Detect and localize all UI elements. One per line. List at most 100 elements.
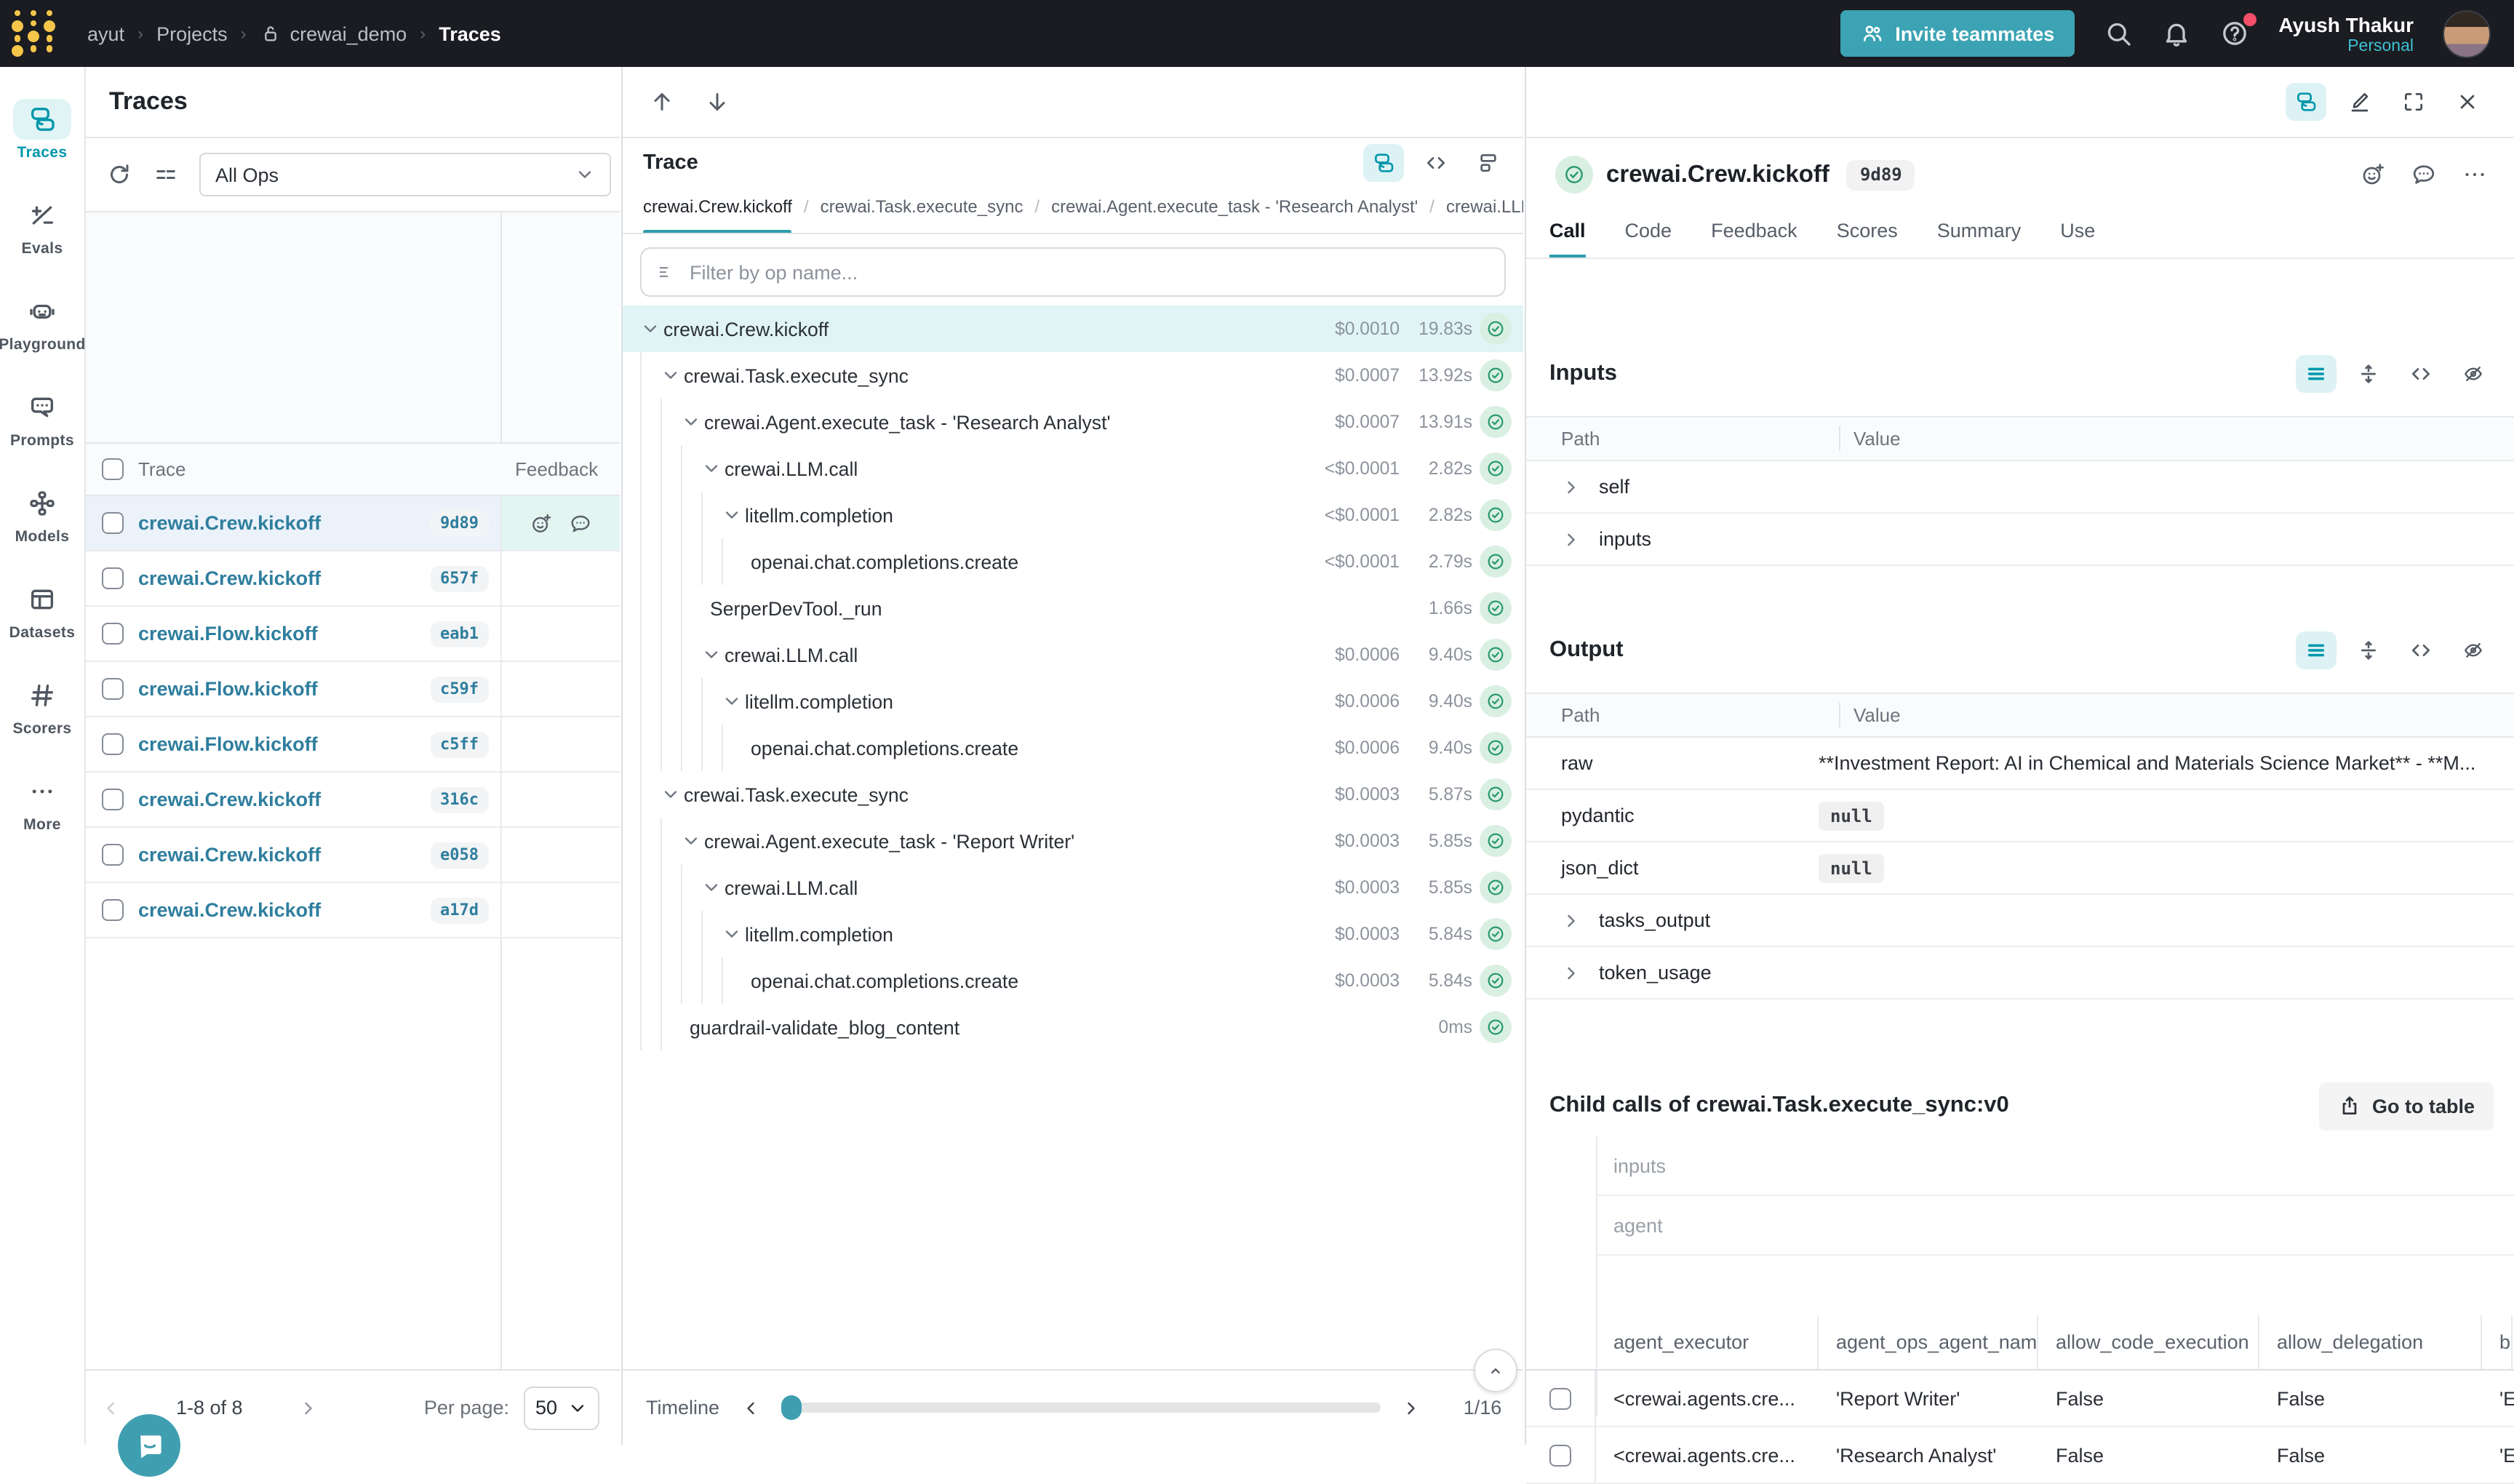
ops-filter-select[interactable]: All Ops: [199, 153, 611, 196]
table-row[interactable]: crewai.Flow.kickoffc5ff: [86, 717, 620, 773]
add-reaction-icon[interactable]: [530, 511, 553, 535]
edit-pencil-icon[interactable]: [2339, 83, 2380, 121]
chevron-down-icon[interactable]: [722, 505, 745, 525]
trace-tree-row[interactable]: SerperDevTool._run1.66s: [623, 585, 1523, 631]
trace-tree-row[interactable]: crewai.Task.execute_sync$0.00035.87s: [623, 771, 1523, 818]
avatar[interactable]: [2443, 9, 2491, 57]
expanded-view-button[interactable]: [2296, 631, 2337, 669]
table-row[interactable]: crewai.Crew.kickoff 9d89: [86, 496, 620, 551]
row-checkbox[interactable]: [102, 512, 124, 534]
user-menu[interactable]: Ayush Thakur Personal: [2278, 12, 2414, 55]
breadcrumb-item-Traces[interactable]: Traces: [439, 23, 501, 44]
table-row[interactable]: crewai.Flow.kickoff c59f: [86, 662, 620, 717]
trace-id-badge[interactable]: c59f: [430, 676, 489, 702]
breadcrumb-item-crewai_demo[interactable]: crewai_demo: [260, 22, 407, 45]
trace-link[interactable]: crewai.Crew.kickoff: [138, 899, 321, 921]
fullscreen-icon[interactable]: [2393, 83, 2434, 121]
row-checkbox[interactable]: [102, 899, 124, 921]
arrow-up-icon[interactable]: [649, 89, 675, 115]
breadcrumb-item-ayut[interactable]: ayut: [87, 23, 124, 44]
notifications-bell-icon[interactable]: [2162, 19, 2191, 48]
trace-tree-row[interactable]: crewai.Agent.execute_task - 'Report Writ…: [623, 818, 1523, 864]
path-tab[interactable]: crewai.Agent.execute_task - 'Research An…: [1051, 186, 1418, 234]
table-row[interactable]: crewai.Crew.kickoff657f: [86, 551, 620, 607]
call-id-badge[interactable]: 9d89: [1847, 159, 1915, 190]
trace-id-badge[interactable]: eab1: [430, 621, 489, 647]
chevron-down-icon[interactable]: [722, 691, 745, 711]
row-checkbox[interactable]: [102, 567, 124, 589]
column-header-allow_delegation[interactable]: allow_delegation: [2259, 1315, 2482, 1369]
op-filter-input[interactable]: Filter by op name...: [640, 247, 1506, 297]
go-to-table-button[interactable]: Go to table: [2318, 1082, 2494, 1130]
timeline-slider[interactable]: [781, 1403, 1381, 1413]
chevron-down-icon[interactable]: [701, 877, 725, 898]
wandb-logo-icon[interactable]: [0, 10, 67, 57]
trace-id-badge[interactable]: 9d89: [430, 510, 489, 536]
json-view-button[interactable]: [2401, 355, 2441, 393]
table-row[interactable]: crewai.Flow.kickoff eab1: [86, 607, 620, 662]
trace-link[interactable]: crewai.Crew.kickoff: [138, 844, 321, 866]
per-page-select[interactable]: 50: [524, 1386, 599, 1429]
column-header-agent_executor[interactable]: agent_executor: [1596, 1315, 1819, 1369]
trace-id-badge[interactable]: 657f: [430, 565, 489, 591]
row-checkbox[interactable]: [102, 789, 124, 810]
breadcrumb-item-Projects[interactable]: Projects: [156, 23, 228, 44]
invite-teammates-button[interactable]: Invite teammates: [1840, 10, 2075, 57]
trace-tree-row[interactable]: openai.chat.completions.create<$0.00012.…: [623, 538, 1523, 585]
chevron-down-icon[interactable]: [661, 784, 684, 805]
table-row[interactable]: crewai.Crew.kickoff 316c: [86, 773, 620, 828]
column-header-agent_ops_agent_name[interactable]: agent_ops_agent_name: [1819, 1315, 2038, 1369]
sidebar-item-playground[interactable]: Playground: [0, 291, 84, 381]
next-page-icon[interactable]: [284, 1397, 333, 1418]
timeline-next-icon[interactable]: [1381, 1397, 1442, 1418]
trace-link[interactable]: crewai.Flow.kickoff: [138, 623, 318, 645]
expanded-view-button[interactable]: [2296, 355, 2337, 393]
row-checkbox[interactable]: [102, 623, 124, 645]
comment-icon[interactable]: [2411, 161, 2437, 188]
sidebar-item-prompts[interactable]: Prompts: [0, 387, 84, 477]
trace-tree-row[interactable]: guardrail-validate_blog_content0ms: [623, 1004, 1523, 1050]
arrow-down-icon[interactable]: [704, 89, 730, 115]
refresh-icon[interactable]: [106, 161, 132, 188]
trace-tree-row[interactable]: litellm.completion$0.00035.84s: [623, 911, 1523, 957]
comment-icon[interactable]: [569, 511, 592, 535]
row-checkbox[interactable]: [1549, 1444, 1571, 1466]
table-row[interactable]: <crewai.agents.cre...'Report Writer'Fals…: [1526, 1371, 2514, 1427]
row-checkbox[interactable]: [102, 733, 124, 755]
trace-link[interactable]: crewai.Flow.kickoff: [138, 733, 318, 755]
chevron-down-icon[interactable]: [681, 412, 704, 432]
chevron-down-icon[interactable]: [681, 831, 704, 851]
path-tab[interactable]: crewai.Task.execute_sync: [821, 186, 1023, 234]
trace-link[interactable]: crewai.Crew.kickoff: [138, 789, 321, 810]
trace-id-badge[interactable]: 316c: [430, 786, 489, 813]
tab-code[interactable]: Code: [1625, 211, 1672, 258]
trace-panel-toggle-button[interactable]: [2286, 83, 2326, 121]
trace-tree-row[interactable]: litellm.completion<$0.00012.82s: [623, 492, 1523, 538]
table-row[interactable]: <crewai.agents.cre...'Research Analyst'F…: [1526, 1427, 2514, 1484]
row-checkbox[interactable]: [1549, 1387, 1571, 1409]
sidebar-item-scorers[interactable]: Scorers: [0, 675, 84, 765]
trace-tree-row[interactable]: openai.chat.completions.create$0.00035.8…: [623, 957, 1523, 1004]
sidebar-item-traces[interactable]: Traces: [0, 99, 84, 189]
tab-call[interactable]: Call: [1549, 211, 1586, 258]
trace-link[interactable]: crewai.Flow.kickoff: [138, 678, 318, 700]
hide-values-button[interactable]: [2453, 355, 2494, 393]
trace-tree-row[interactable]: crewai.Agent.execute_task - 'Research An…: [623, 399, 1523, 445]
trace-tree-row[interactable]: litellm.completion$0.00069.40s: [623, 678, 1523, 725]
timeline-thumb[interactable]: [781, 1395, 801, 1420]
filter-columns-icon[interactable]: [153, 161, 179, 188]
trace-tree-row[interactable]: crewai.Crew.kickoff$0.001019.83s: [623, 306, 1523, 352]
trace-tree-row[interactable]: crewai.Task.execute_sync$0.000713.92s: [623, 352, 1523, 399]
select-all-checkbox[interactable]: [102, 458, 124, 480]
more-options-icon[interactable]: [2462, 161, 2488, 188]
hide-values-button[interactable]: [2453, 631, 2494, 669]
trace-id-badge[interactable]: e058: [430, 842, 489, 868]
close-icon[interactable]: [2447, 83, 2488, 121]
chevron-right-icon[interactable]: [1561, 529, 1590, 549]
search-icon[interactable]: [2104, 19, 2133, 48]
flame-view-button[interactable]: [1468, 143, 1509, 181]
column-header-b[interactable]: b: [2482, 1315, 2512, 1369]
json-view-button[interactable]: [2401, 631, 2441, 669]
trace-link[interactable]: crewai.Crew.kickoff: [138, 512, 321, 534]
chat-bubble-button[interactable]: [118, 1414, 180, 1477]
